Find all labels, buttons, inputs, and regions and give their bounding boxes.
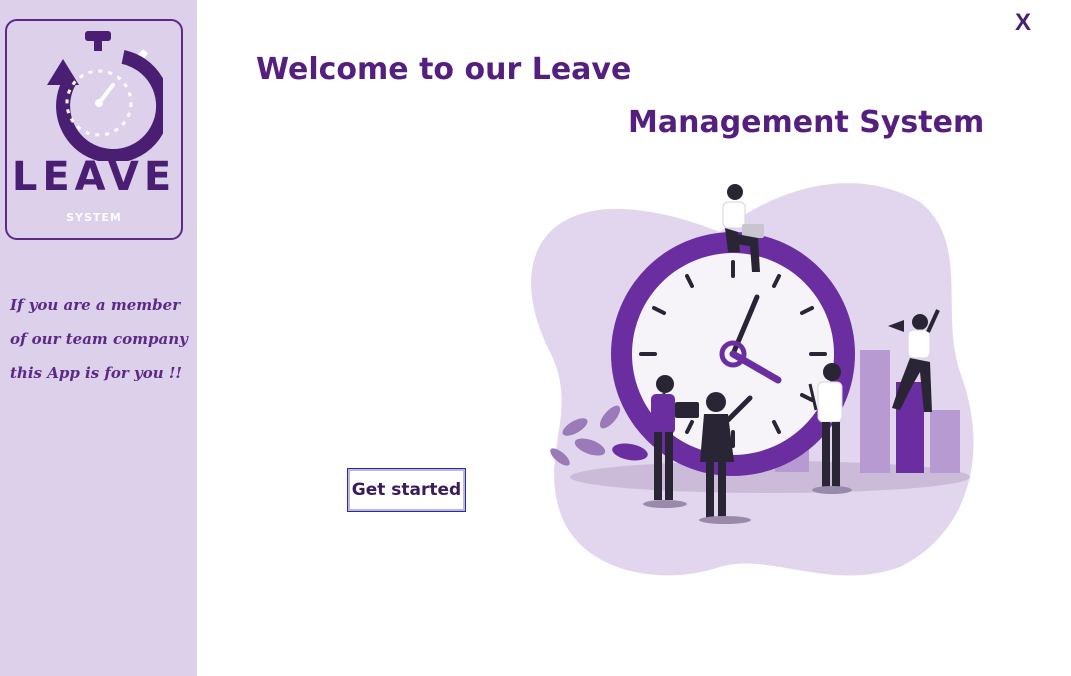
get-started-button[interactable]: Get started [347, 468, 466, 512]
tagline-line: If you are a member [10, 296, 181, 314]
close-button[interactable]: X [1010, 8, 1036, 38]
app-logo: LEAVE SYSTEM [5, 19, 183, 240]
page-title-line-1: Welcome to our Leave [256, 52, 632, 87]
logo-wordmark: LEAVE [11, 154, 177, 200]
bar [860, 350, 890, 473]
logo-subtitle: SYSTEM [66, 211, 122, 224]
bar [930, 410, 960, 473]
tagline-line: this App is for you !! [10, 364, 183, 382]
tagline-line: of our team company [10, 330, 188, 348]
sidebar: LEAVE SYSTEM If you are a member of our … [0, 0, 197, 676]
stopwatch-icon [47, 31, 163, 161]
clock-team-illustration [531, 183, 974, 576]
page-title-line-2: Management System [628, 105, 985, 140]
sidebar-tagline: If you are a member of our team company … [10, 288, 194, 390]
